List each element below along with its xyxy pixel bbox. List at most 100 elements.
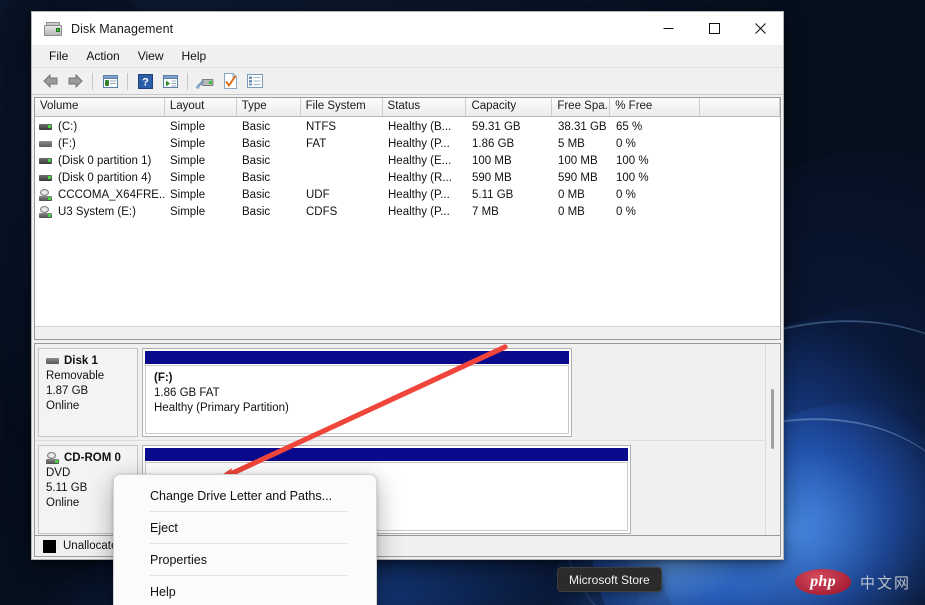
context-menu-item-eject[interactable]: Eject xyxy=(114,512,376,543)
disk-state: Online xyxy=(46,400,80,412)
cell-file-system: UDF xyxy=(306,188,330,201)
context-menu-item-change-drive-letter[interactable]: Change Drive Letter and Paths... xyxy=(114,480,376,511)
cell-layout: Simple xyxy=(170,120,206,133)
column-header-status[interactable]: Status xyxy=(382,98,467,116)
column-header-free[interactable]: % Free xyxy=(610,98,701,116)
rescan-disks-icon[interactable] xyxy=(193,70,217,93)
toolbar-separator xyxy=(127,72,128,90)
up-one-level-icon[interactable] xyxy=(98,70,122,93)
show-hide-console-tree-icon[interactable] xyxy=(158,70,182,93)
cell-file-system: FAT xyxy=(306,137,327,150)
properties-icon[interactable] xyxy=(218,70,242,93)
table-row[interactable]: (Disk 0 partition 1) Simple Basic Healthy (… xyxy=(35,152,780,169)
table-row[interactable]: (C:) Simple Basic NTFS Healthy (B... 59.31 GB… xyxy=(35,118,780,135)
volume-name: CCCOMA_X64FRE... xyxy=(58,188,165,201)
cell-free-space: 0 MB xyxy=(558,188,585,201)
partition-icon xyxy=(39,123,52,131)
column-header-freespa[interactable]: Free Spa... xyxy=(552,98,611,116)
volume-list-horizontal-scrollbar[interactable] xyxy=(35,326,780,339)
disk-drive-icon xyxy=(44,21,62,36)
show-action-pane-icon[interactable] xyxy=(243,70,267,93)
context-menu-item-properties[interactable]: Properties xyxy=(114,544,376,575)
forward-icon[interactable] xyxy=(63,70,87,93)
watermark: php 中文网 xyxy=(794,569,911,595)
cell-type: Basic xyxy=(242,205,271,218)
menu-file[interactable]: File xyxy=(40,47,77,66)
cell-file-system: CDFS xyxy=(306,205,338,218)
partition-color-bar xyxy=(145,448,628,462)
disk-title: CD-ROM 0 xyxy=(46,452,132,464)
cell-percent-free: 0 % xyxy=(616,188,636,201)
back-icon[interactable] xyxy=(38,70,62,93)
partition-icon xyxy=(39,174,52,182)
disk-info-disk-1[interactable]: Disk 1 Removable 1.87 GB Online xyxy=(38,348,138,437)
cell-layout: Simple xyxy=(170,188,206,201)
partition-icon xyxy=(39,157,52,165)
disk-pane-vertical-scrollbar[interactable] xyxy=(765,344,780,535)
desktop: Disk Management File Action View Help ? … xyxy=(0,0,925,605)
cell-free-space: 38.31 GB xyxy=(558,120,607,133)
cell-type: Basic xyxy=(242,120,271,133)
cell-status: Healthy (P... xyxy=(388,188,450,201)
table-row[interactable]: U3 System (E:) Simple Basic CDFS Healthy (P.… xyxy=(35,203,780,220)
cell-capacity: 100 MB xyxy=(472,154,512,167)
cell-type: Basic xyxy=(242,137,271,150)
cell-type: Basic xyxy=(242,188,271,201)
cell-status: Healthy (P... xyxy=(388,137,450,150)
cd-rom-icon xyxy=(39,188,52,201)
volume-list-header: Volume Layout Type File System Status Capacit… xyxy=(35,98,780,117)
cell-capacity: 590 MB xyxy=(472,171,512,184)
cell-volume: (Disk 0 partition 4) xyxy=(35,172,165,184)
volume-name: U3 System (E:) xyxy=(58,205,136,218)
cell-volume: U3 System (E:) xyxy=(35,205,165,218)
cell-capacity: 59.31 GB xyxy=(472,120,521,133)
cell-free-space: 0 MB xyxy=(558,205,585,218)
column-header-capacity[interactable]: Capacity xyxy=(466,98,553,116)
cell-percent-free: 0 % xyxy=(616,137,636,150)
maximize-button[interactable] xyxy=(691,12,737,45)
menu-view[interactable]: View xyxy=(129,47,173,66)
cell-free-space: 5 MB xyxy=(558,137,585,150)
volume-name: (Disk 0 partition 1) xyxy=(58,154,152,167)
cell-status: Healthy (R... xyxy=(388,171,452,184)
cell-percent-free: 100 % xyxy=(616,154,649,167)
cell-percent-free: 65 % xyxy=(616,120,643,133)
table-row[interactable]: (Disk 0 partition 4) Simple Basic Healthy (… xyxy=(35,169,780,186)
menubar: File Action View Help xyxy=(32,45,783,68)
cd-rom-icon xyxy=(39,205,52,218)
cd-rom-icon xyxy=(46,452,59,464)
cell-volume: (C:) xyxy=(35,121,165,133)
help-icon[interactable]: ? xyxy=(133,70,157,93)
context-menu-item-help[interactable]: Help xyxy=(114,576,376,605)
minimize-button[interactable] xyxy=(645,12,691,45)
cell-layout: Simple xyxy=(170,154,206,167)
partition-plain-icon xyxy=(39,140,52,148)
column-header-filesystem[interactable]: File System xyxy=(300,98,383,116)
column-header-volume[interactable]: Volume xyxy=(35,98,165,116)
cell-percent-free: 100 % xyxy=(616,171,649,184)
partition-details: (F:) 1.86 GB FAT Healthy (Primary Partitio… xyxy=(145,365,569,434)
partition-block[interactable]: (F:) 1.86 GB FAT Healthy (Primary Partitio… xyxy=(142,348,572,437)
column-header-type[interactable]: Type xyxy=(236,98,301,116)
disk-media-type: Removable xyxy=(46,370,105,382)
volume-list-body: (C:) Simple Basic NTFS Healthy (B... 59.31 GB… xyxy=(35,117,780,326)
cell-layout: Simple xyxy=(170,205,206,218)
table-row[interactable]: (F:) Simple Basic FAT Healthy (P... 1.86 GB 5 … xyxy=(35,135,780,152)
scrollbar-thumb[interactable] xyxy=(771,389,774,449)
menu-action[interactable]: Action xyxy=(77,47,128,66)
window-titlebar[interactable]: Disk Management xyxy=(32,12,783,45)
cell-capacity: 5.11 GB xyxy=(472,188,514,201)
disk-row: Disk 1 Removable 1.87 GB Online (F:) 1.86 GB … xyxy=(35,344,780,441)
cell-layout: Simple xyxy=(170,171,206,184)
menu-help[interactable]: Help xyxy=(173,47,216,66)
disk-size: 1.87 GB xyxy=(46,385,89,397)
watermark-text: 中文网 xyxy=(859,574,911,592)
cell-free-space: 590 MB xyxy=(558,171,598,184)
table-row[interactable]: CCCOMA_X64FRE... Simple Basic UDF Healthy (P… xyxy=(35,186,780,203)
column-header-layout[interactable]: Layout xyxy=(164,98,237,116)
close-button[interactable] xyxy=(737,12,783,45)
partition-label: (F:) xyxy=(154,372,173,384)
column-header-blank[interactable] xyxy=(700,98,780,116)
disk-title: Disk 1 xyxy=(46,355,132,367)
window-title: Disk Management xyxy=(71,21,174,36)
